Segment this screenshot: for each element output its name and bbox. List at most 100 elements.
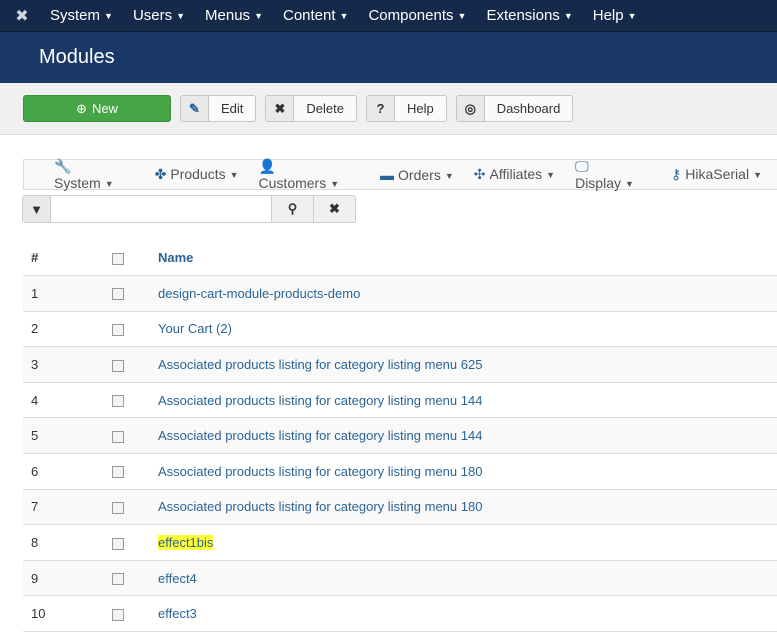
row-number: 8 <box>23 524 111 561</box>
caret-down-icon: ▼ <box>627 11 637 22</box>
module-link[interactable]: Associated products listing for category… <box>158 357 482 372</box>
caret-down-icon: ▼ <box>457 11 467 22</box>
table-row: 8 effect1bis <box>23 524 777 561</box>
clear-button[interactable]: ✖ <box>313 196 355 222</box>
submenu-item-products[interactable]: ✤ Products ▼ <box>155 166 239 183</box>
dashboard-button[interactable]: ◎ Dashboard <box>455 95 574 122</box>
row-checkbox[interactable] <box>112 502 124 515</box>
row-number: 7 <box>23 489 111 526</box>
caret-down-icon: ▼ <box>330 179 340 190</box>
row-checkbox[interactable] <box>112 288 124 301</box>
search-button[interactable]: ⚲ <box>271 196 313 222</box>
topnav-item-help[interactable]: Help ▼ <box>593 7 637 24</box>
row-number: 1 <box>23 275 111 312</box>
module-link[interactable]: Associated products listing for category… <box>158 499 482 514</box>
row-checkbox[interactable] <box>112 573 124 586</box>
title-bar: Modules <box>0 32 777 83</box>
topnav-item-menus[interactable]: Menus ▼ <box>205 7 263 24</box>
row-number: 2 <box>23 311 111 348</box>
toolbar: ⊕ New ✎ Edit ✖ Delete ? Help ◎ Dashboard <box>0 83 777 135</box>
caret-down-icon: ▼ <box>104 11 113 22</box>
row-checkbox[interactable] <box>112 430 124 443</box>
row-checkbox[interactable] <box>112 608 124 621</box>
caret-down-icon: ▼ <box>104 179 114 190</box>
module-link[interactable]: effect4 <box>158 571 197 586</box>
submenu-item-system[interactable]: 🔧System ▼ <box>54 158 135 191</box>
table-row: 5 Associated products listing for categor… <box>23 417 777 455</box>
module-link[interactable]: effect3 <box>158 606 197 621</box>
caret-down-icon: ▼ <box>176 11 186 22</box>
delete-button[interactable]: ✖ Delete <box>265 95 357 122</box>
dashboard-icon: ◎ <box>456 96 485 121</box>
plus-circle-icon: ⊕ <box>76 100 87 116</box>
module-link[interactable]: Associated products listing for category… <box>158 428 482 443</box>
joomla-logo-icon[interactable]: ✖ <box>12 6 32 26</box>
row-checkbox[interactable] <box>112 537 124 550</box>
page-title: Modules <box>39 46 115 68</box>
submenu-item-affiliates[interactable]: ✣ Affiliates ▼ <box>474 166 555 183</box>
caret-down-icon: ▼ <box>624 179 634 190</box>
topnav-item-content[interactable]: Content ▼ <box>283 7 348 24</box>
topnav-item-components[interactable]: Components ▼ <box>368 7 466 24</box>
select-all-checkbox[interactable] <box>112 252 124 265</box>
search-input[interactable] <box>51 196 271 222</box>
row-number: 3 <box>23 346 111 383</box>
row-checkbox[interactable] <box>112 395 124 408</box>
topnav-item-system[interactable]: System ▼ <box>50 7 113 24</box>
module-link[interactable]: Associated products listing for category… <box>158 464 482 479</box>
module-link[interactable]: Your Cart (2) <box>158 321 232 336</box>
table-row: 3 Associated products listing for categor… <box>23 346 777 383</box>
submenu-item-orders[interactable]: ▬ Orders ▼ <box>380 167 454 183</box>
submenu-item-hikaserial[interactable]: ⚷ HikaSerial ▼ <box>671 166 762 183</box>
topnav-item-users[interactable]: Users ▼ <box>133 7 185 24</box>
row-checkbox[interactable] <box>112 359 124 372</box>
submenu-item-display[interactable]: 🖵Display ▼ <box>575 158 651 191</box>
row-number: 4 <box>23 382 111 419</box>
topnav-item-extensions[interactable]: Extensions ▼ <box>486 7 572 24</box>
help-button[interactable]: ? Help <box>365 95 447 122</box>
cubes-icon: ✤ <box>154 166 167 182</box>
modules-table: # Name 1 design-cart-module-products-demo… <box>23 240 777 632</box>
user-icon: 👤 <box>258 158 276 174</box>
caret-down-icon: ▼ <box>546 170 556 181</box>
hikashop-submenu: 🔧System ▼ ✤ Products ▼ 👤Customers ▼ ▬ Orders ▼ ✣ Af… <box>23 158 777 191</box>
caret-down-icon: ▼ <box>254 11 263 22</box>
table-row: 7 Associated products listing for categor… <box>23 489 777 526</box>
new-button[interactable]: ⊕ New <box>23 95 171 122</box>
caret-down-icon: ▼ <box>444 170 454 181</box>
submenu-item-customers[interactable]: 👤Customers ▼ <box>259 158 361 191</box>
caret-down-icon: ▼ <box>229 170 239 181</box>
module-link[interactable]: Associated products listing for category… <box>158 393 482 408</box>
row-number: 6 <box>23 453 111 490</box>
table-row: 6 Associated products listing for categor… <box>23 453 777 490</box>
table-row: 2 Your Cart (2) <box>23 311 777 348</box>
edit-button[interactable]: ✎ Edit <box>180 95 257 122</box>
module-link[interactable]: design-cart-module-products-demo <box>158 286 360 301</box>
users-icon: ✣ <box>473 166 486 182</box>
module-link[interactable]: effect1bis <box>158 535 214 551</box>
search-bar: ▼ ⚲ ✖ <box>22 195 356 223</box>
credit-card-icon: ▬ <box>380 166 395 183</box>
row-checkbox[interactable] <box>112 324 124 337</box>
row-number: 10 <box>23 595 111 632</box>
caret-down-icon: ▼ <box>339 11 349 22</box>
column-number: # <box>23 240 111 277</box>
table-row: 10 effect3 <box>23 595 777 632</box>
table-row: 4 Associated products listing for categor… <box>23 382 777 419</box>
wrench-icon: 🔧 <box>54 158 72 174</box>
row-checkbox[interactable] <box>112 466 124 479</box>
row-number: 9 <box>23 560 111 597</box>
filter-icon[interactable]: ▼ <box>23 196 51 222</box>
table-row: 1 design-cart-module-products-demo <box>23 275 777 312</box>
key-icon: ⚷ <box>671 166 682 182</box>
column-name[interactable]: Name <box>158 240 777 277</box>
question-icon: ? <box>366 96 395 121</box>
close-icon: ✖ <box>266 96 295 121</box>
row-number: 5 <box>23 417 111 455</box>
caret-down-icon: ▼ <box>753 170 762 181</box>
monitor-icon: 🖵 <box>575 158 589 174</box>
top-navbar: ✖ System ▼ Users ▼ Menus ▼ Content ▼ Components ▼… <box>0 0 777 32</box>
caret-down-icon: ▼ <box>563 11 573 22</box>
table-row: 9 effect4 <box>23 560 777 597</box>
edit-icon: ✎ <box>181 96 209 121</box>
